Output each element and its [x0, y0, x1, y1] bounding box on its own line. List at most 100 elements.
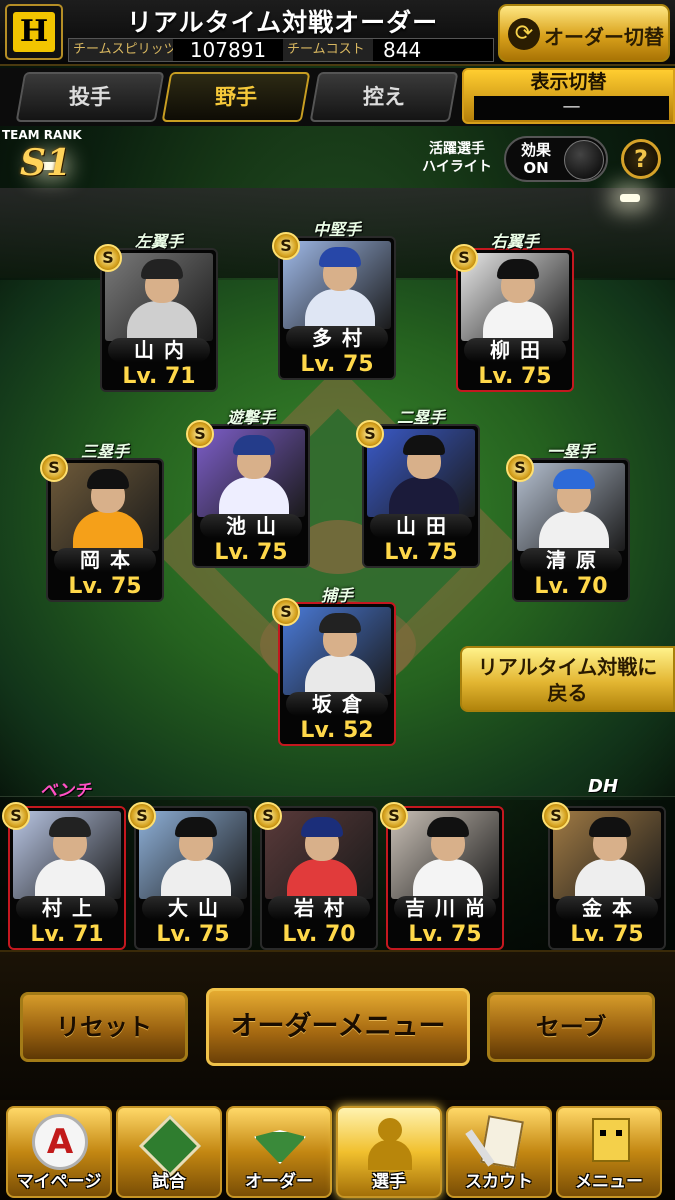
bench-player-card[interactable]: S 岩村 Lv. 70: [254, 802, 378, 950]
display-toggle-button[interactable]: 表示切替 —: [462, 68, 675, 124]
player-photo: [553, 811, 661, 899]
team-spirits-value: 107891: [173, 39, 283, 61]
player-name: 山田: [370, 514, 472, 538]
rarity-badge-icon: S: [356, 420, 384, 448]
team-stats-bar: チームスピリッツ 107891 チームコスト 844: [68, 38, 494, 62]
rarity-badge-icon: S: [272, 232, 300, 260]
player-body: [73, 511, 143, 551]
player-body: [287, 859, 357, 899]
rarity-badge-icon: S: [186, 420, 214, 448]
player-cap: [233, 435, 275, 455]
player-photo: [51, 463, 159, 551]
player-card-3b[interactable]: 三塁手 S 岡本 Lv. 75: [40, 442, 164, 602]
nav-label: スカウト: [465, 1172, 533, 1192]
player-body: [575, 859, 645, 899]
effect-label-text: 効果: [520, 141, 551, 159]
player-photo: [283, 241, 391, 329]
player-body: [219, 477, 289, 517]
bench-player-card[interactable]: S 大山 Lv. 75: [128, 802, 252, 950]
player-photo: [461, 253, 569, 341]
player-card-1b[interactable]: 一塁手 S 清原 Lv. 70: [506, 442, 630, 602]
player-card-c[interactable]: 捕手 S 坂倉 Lv. 52: [272, 586, 396, 746]
nav-baseball-field[interactable]: 試合: [116, 1106, 222, 1198]
player-name: 清原: [520, 548, 622, 572]
player-level: Lv. 75: [156, 922, 230, 947]
rarity-badge-icon: S: [40, 454, 68, 482]
team-cost-label: チームコスト: [287, 42, 365, 57]
rarity-badge-icon: S: [506, 454, 534, 482]
toggle-knob: [564, 140, 604, 180]
reset-button[interactable]: リセット: [20, 992, 188, 1062]
player-photo: [517, 463, 625, 551]
player-card-2b[interactable]: 二塁手 S 山田 Lv. 75: [356, 408, 480, 568]
nav-menu-character[interactable]: メニュー: [556, 1106, 662, 1198]
tab-reserves[interactable]: 控え: [309, 72, 459, 122]
question-icon: ?: [634, 145, 648, 173]
nav-label: 選手: [372, 1172, 406, 1192]
rarity-badge-icon: S: [254, 802, 282, 830]
player-cap: [553, 469, 595, 489]
rarity-badge-icon: S: [128, 802, 156, 830]
tab-pitchers-label: 投手: [69, 85, 111, 109]
nav-label: 試合: [152, 1172, 186, 1192]
player-photo: [367, 429, 475, 517]
nav-label: マイページ: [16, 1172, 102, 1192]
nav-a[interactable]: A マイページ: [6, 1106, 112, 1198]
player-level: Lv. 75: [570, 922, 644, 947]
player-cap: [589, 817, 631, 837]
player-name: 山内: [108, 338, 210, 362]
player-cap: [175, 817, 217, 837]
nav-label: オーダー: [245, 1172, 313, 1192]
player-card-rf[interactable]: 右翼手 S 柳田 Lv. 75: [450, 232, 574, 392]
return-to-realtime-battle-button[interactable]: リアルタイム対戦に 戻る: [460, 646, 675, 712]
team-logo-mark: H: [13, 12, 55, 52]
player-body: [161, 859, 231, 899]
player-card-ss[interactable]: 遊撃手 S 池山 Lv. 75: [186, 408, 310, 568]
player-cap: [301, 817, 343, 837]
position-label: 中堅手: [312, 220, 361, 239]
player-body: [389, 477, 459, 517]
tab-reserves-label: 控え: [363, 85, 405, 109]
rarity-badge-icon: S: [542, 802, 570, 830]
position-label: 右翼手: [490, 232, 539, 251]
player-photo: [197, 429, 305, 517]
nav-order-field[interactable]: オーダー: [226, 1106, 332, 1198]
tab-pitchers[interactable]: 投手: [15, 72, 165, 122]
save-button[interactable]: セーブ: [487, 992, 655, 1062]
player-name: 大山: [142, 896, 244, 920]
rarity-badge-icon: S: [2, 802, 30, 830]
player-name: 池山: [200, 514, 302, 538]
nav-scout[interactable]: スカウト: [446, 1106, 552, 1198]
player-cap: [319, 613, 361, 633]
bench-player-card[interactable]: S 吉川尚 Lv. 75: [380, 802, 504, 950]
tab-fielders[interactable]: 野手: [161, 72, 311, 122]
order-menu-button[interactable]: オーダーメニュー: [206, 988, 470, 1066]
player-photo: [283, 607, 391, 695]
player-body: [483, 301, 553, 341]
bench-label: ベンチ: [40, 781, 91, 801]
player-card-lf[interactable]: 左翼手 S 山内 Lv. 71: [94, 232, 218, 392]
bench-player-card[interactable]: S 村上 Lv. 71: [2, 802, 126, 950]
bench-player-card[interactable]: S 金本 Lv. 75: [542, 802, 666, 950]
effect-toggle[interactable]: 効果 ON: [504, 136, 608, 182]
baseball-field-icon: [138, 1114, 202, 1178]
team-rank-label: TEAM RANK: [2, 128, 82, 142]
player-level: Lv. 75: [300, 352, 374, 377]
player-photo: [391, 811, 499, 899]
player-cap: [427, 817, 469, 837]
a-icon: A: [32, 1114, 88, 1170]
help-button[interactable]: ?: [621, 139, 661, 179]
player-card-cf[interactable]: 中堅手 S 多村 Lv. 75: [272, 220, 396, 380]
player-level: Lv. 75: [214, 540, 288, 565]
player-cap: [49, 817, 91, 837]
player-name: 村上: [16, 896, 118, 920]
nav-player[interactable]: 選手: [336, 1106, 442, 1198]
player-level: Lv. 71: [122, 364, 196, 389]
player-body: [305, 289, 375, 329]
player-icon: [362, 1114, 418, 1170]
refresh-icon: ⟳: [508, 18, 540, 50]
team-rank-value: S1: [20, 142, 72, 184]
stadium-light: [620, 194, 640, 202]
player-level: Lv. 70: [534, 574, 608, 599]
switch-order-button[interactable]: ⟳ オーダー切替: [498, 4, 670, 62]
